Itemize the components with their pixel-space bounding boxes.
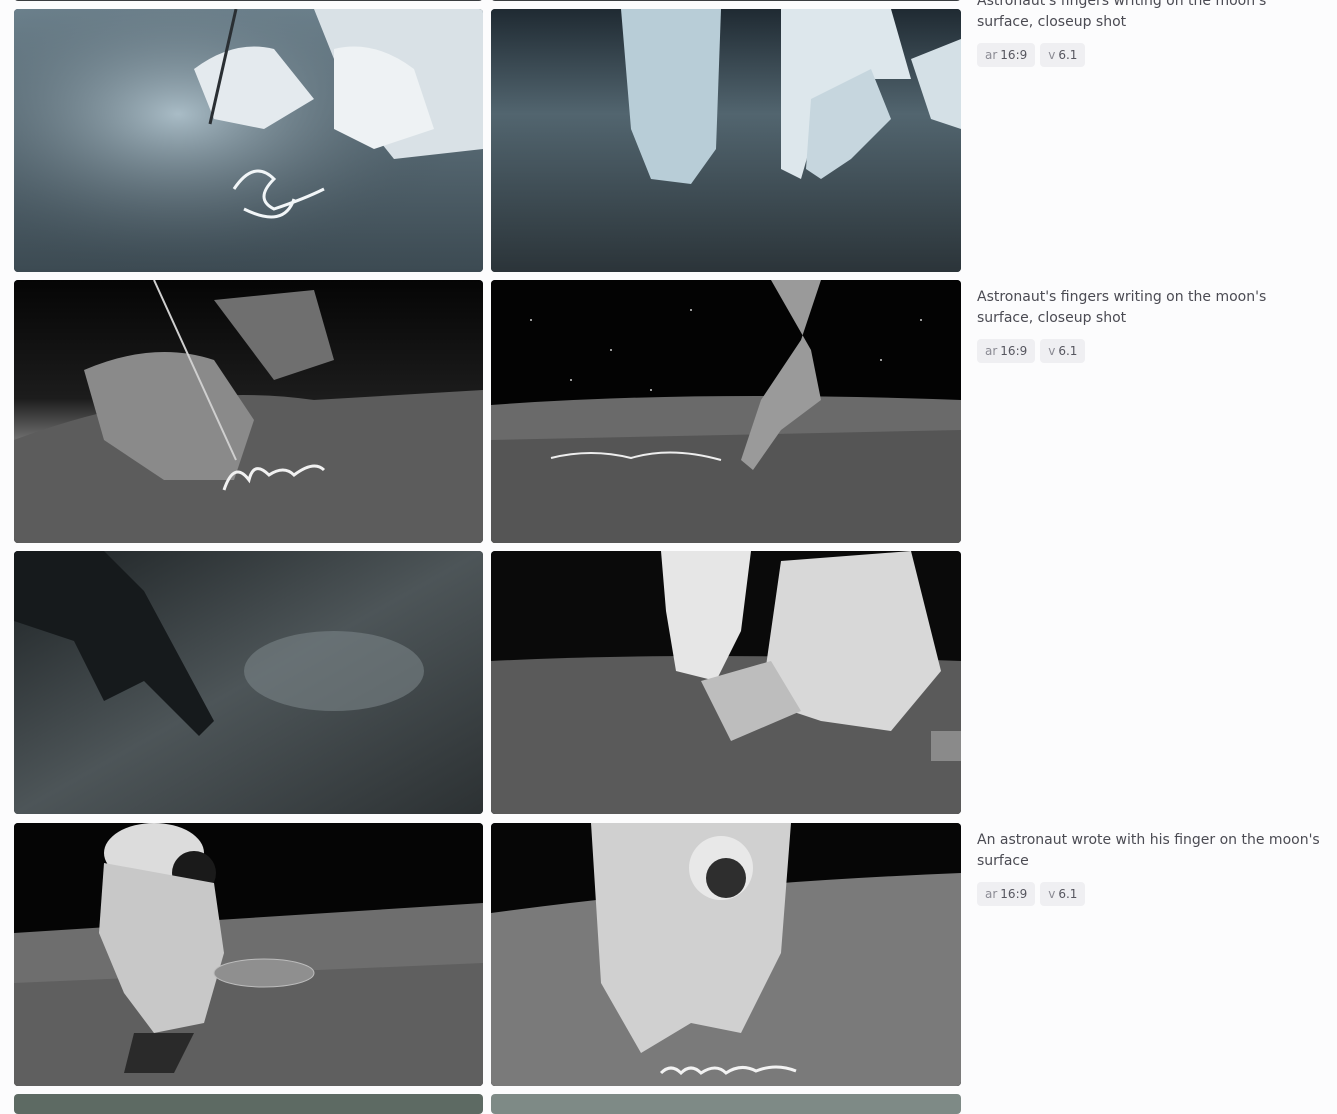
prompt-text[interactable]: Astronaut's fingers writing on the moon'…	[977, 0, 1322, 33]
image-tile[interactable]	[491, 823, 961, 1086]
image-tile[interactable]	[14, 9, 483, 272]
image-tile[interactable]	[14, 823, 483, 1086]
image-tile[interactable]	[491, 280, 961, 543]
version-chip[interactable]: v 6.1	[1040, 43, 1086, 67]
aspect-ratio-chip[interactable]: ar 16:9	[977, 43, 1036, 67]
version-chip[interactable]: v 6.1	[1040, 339, 1086, 363]
param-chips: ar 16:9 v 6.1	[977, 339, 1322, 363]
version-chip[interactable]: v 6.1	[1040, 882, 1086, 906]
chip-value: 6.1	[1058, 887, 1078, 901]
image-tile[interactable]	[14, 280, 483, 543]
chip-key: v	[1048, 344, 1056, 358]
prompt-panel: Astronaut's fingers writing on the moon'…	[977, 0, 1322, 67]
chip-key: ar	[985, 48, 998, 62]
chip-key: ar	[985, 887, 998, 901]
image-tile-partial[interactable]	[14, 0, 483, 1]
chip-key: v	[1048, 48, 1056, 62]
chip-value: 16:9	[1000, 48, 1028, 62]
aspect-ratio-chip[interactable]: ar 16:9	[977, 339, 1036, 363]
prompt-panel: Astronaut's fingers writing on the moon'…	[977, 287, 1322, 363]
image-tile[interactable]	[491, 551, 961, 814]
param-chips: ar 16:9 v 6.1	[977, 882, 1322, 906]
prompt-text[interactable]: Astronaut's fingers writing on the moon'…	[977, 287, 1322, 329]
image-tile-partial[interactable]	[14, 1094, 483, 1114]
chip-value: 16:9	[1000, 887, 1028, 901]
chip-value: 6.1	[1058, 344, 1078, 358]
param-chips: ar 16:9 v 6.1	[977, 43, 1322, 67]
image-tile-partial[interactable]	[491, 0, 961, 1]
aspect-ratio-chip[interactable]: ar 16:9	[977, 882, 1036, 906]
chip-value: 16:9	[1000, 344, 1028, 358]
prompt-panel: An astronaut wrote with his finger on th…	[977, 830, 1322, 906]
chip-key: v	[1048, 887, 1056, 901]
image-tile-partial[interactable]	[491, 1094, 961, 1114]
chip-key: ar	[985, 344, 998, 358]
image-tile[interactable]	[14, 551, 483, 814]
chip-value: 6.1	[1058, 48, 1078, 62]
prompt-text[interactable]: An astronaut wrote with his finger on th…	[977, 830, 1322, 872]
image-tile[interactable]	[491, 9, 961, 272]
